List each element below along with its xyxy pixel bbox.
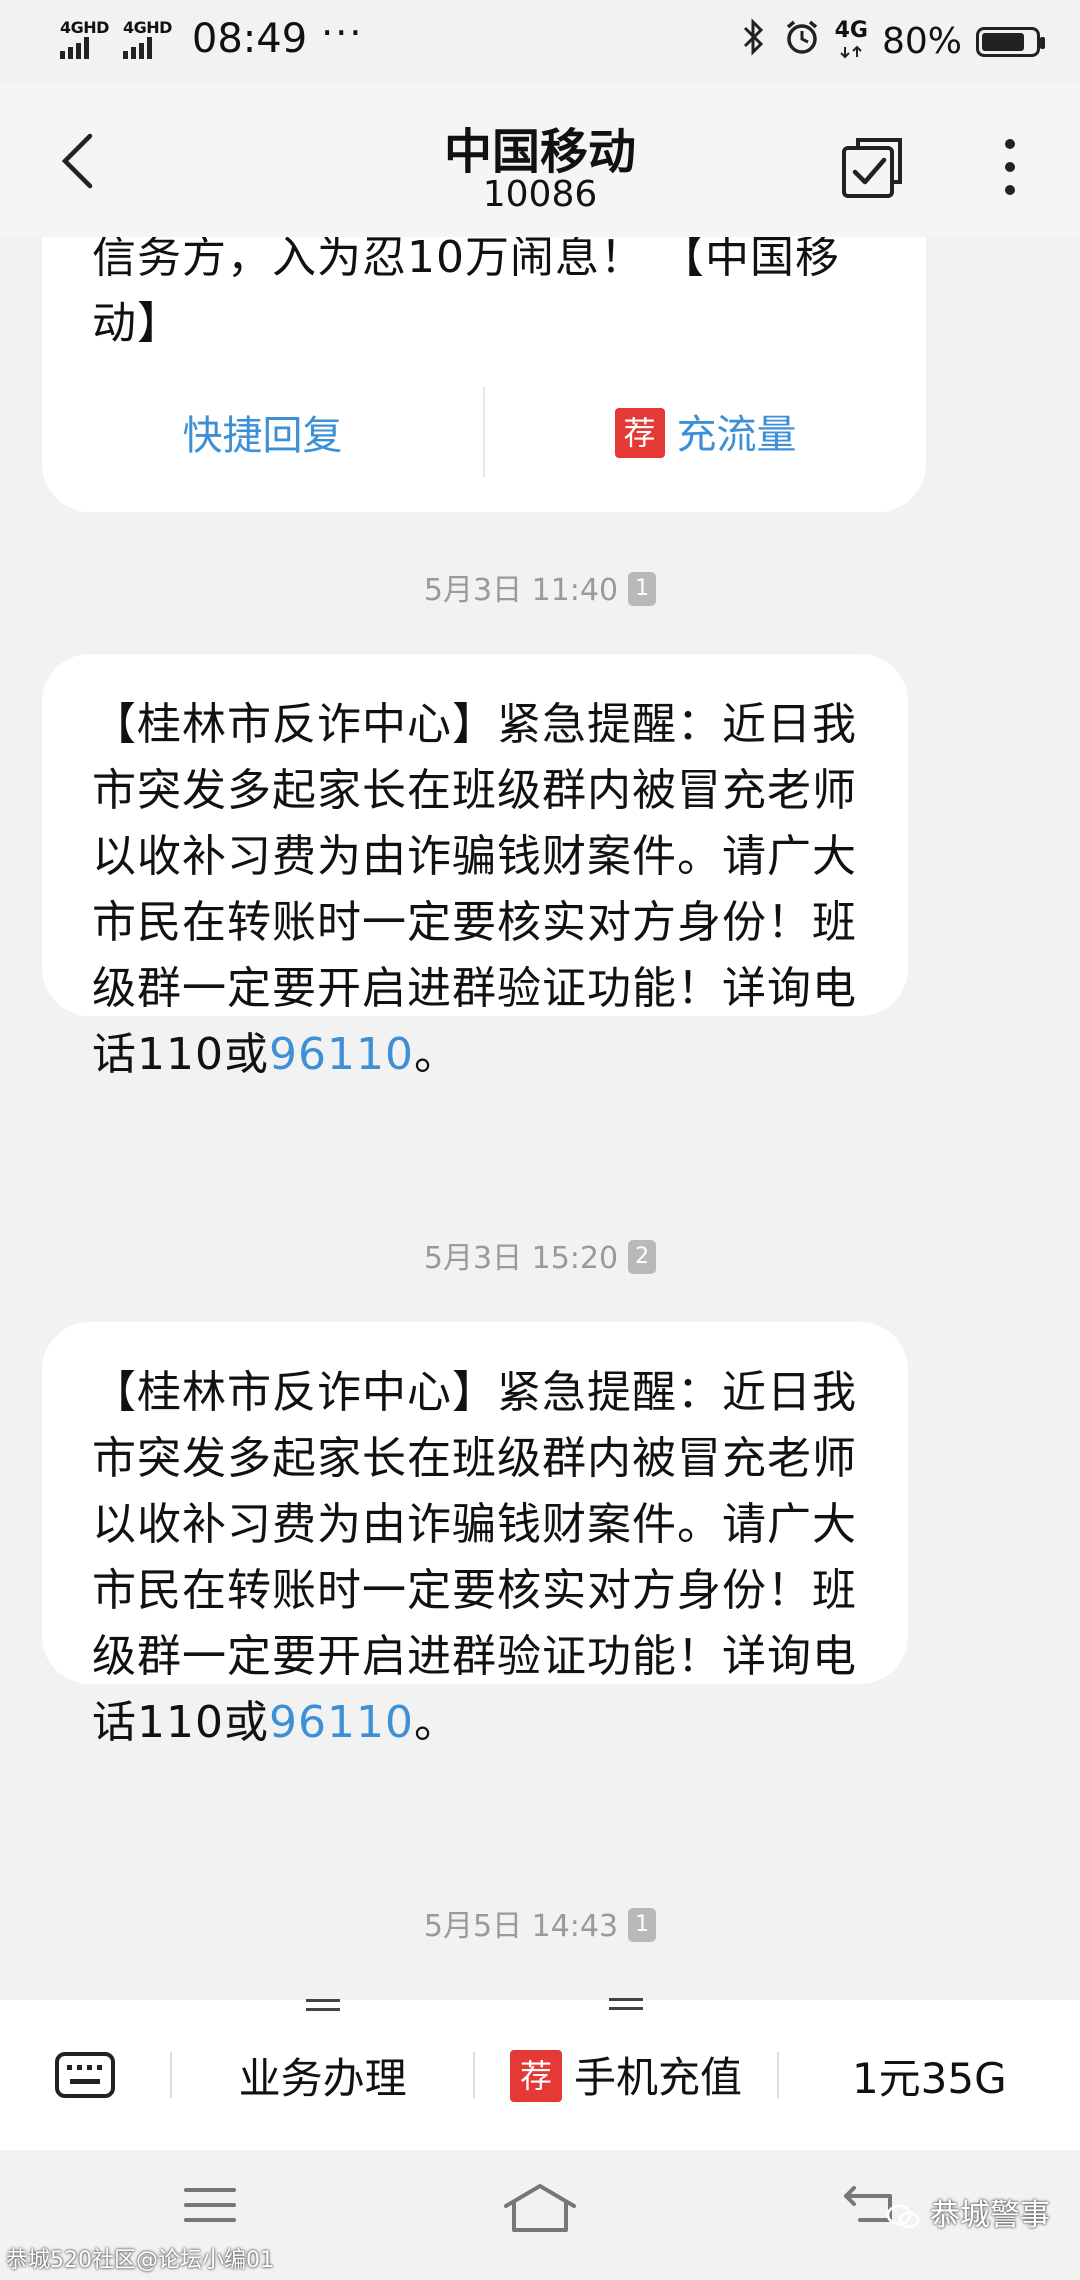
watermark-right: 恭城警事: [886, 2190, 1050, 2234]
message-bubble[interactable]: 【桂林市反诈中心】紧急提醒：近日我市突发多起家长在班级群内被冒充老师以收补习费为…: [42, 654, 908, 1080]
recent-apps-button[interactable]: [180, 2180, 240, 2234]
status-right: 4G 80%: [725, 17, 1045, 65]
conversation-list[interactable]: 信务方，入为忍10万闹息！ 【中国移 动】 快捷回复 荐充流量 5月3日 11:…: [0, 237, 1080, 2000]
home-icon: [504, 2184, 576, 2232]
sim1-tag: 4GHD: [60, 18, 109, 37]
timestamp-text: 5月5日 14:43: [423, 1909, 619, 1944]
keyboard-icon: [55, 2052, 115, 2098]
status-bar: 4GHD 4GHD 08:49 ··· 4G 80%: [0, 0, 1080, 82]
timestamp: 5月3日 15:20 2: [0, 1233, 1080, 1277]
submenu-indicator-icon: [305, 1998, 340, 2017]
network-tag: 4G: [834, 17, 868, 43]
bluetooth-icon: [739, 18, 769, 65]
multi-select-button[interactable]: [838, 132, 908, 202]
message-bubble[interactable]: 【桂林市反诈中心】紧急提醒：近日我市突发多起家长在班级群内被冒充老师以收补习费为…: [42, 1322, 908, 1748]
battery-fill: [982, 32, 1024, 51]
navigation-bar: 恭城警事 恭城520社区@论坛小编01: [0, 2150, 1080, 2280]
status-left: 4GHD 4GHD 08:49 ···: [60, 11, 363, 62]
quick-reply-label: 快捷回复: [182, 413, 343, 459]
recommend-badge: 荐: [509, 2050, 562, 2103]
message-text: 【桂林市反诈中心】紧急提醒：近日我市突发多起家长在班级群内被冒充老师以收补习费为…: [92, 1367, 857, 1748]
recharge-data-button[interactable]: 荐充流量: [485, 402, 926, 462]
checkbox-select-icon: [842, 138, 902, 198]
recharge-data-label: 充流量: [676, 412, 797, 458]
home-button[interactable]: [500, 2180, 580, 2240]
message-bubble[interactable]: 信务方，入为忍10万闹息！ 【中国移 动】 快捷回复 荐充流量: [42, 237, 926, 512]
message-text: 信务方，入为忍10万闹息！ 【中国移: [92, 237, 840, 283]
conversation-header: 中国移动 10086: [0, 82, 1080, 237]
clock: 08:49: [191, 16, 308, 62]
menu-data-package[interactable]: 1元35G: [779, 2045, 1080, 2106]
contact-name: 中国移动: [443, 124, 636, 180]
phone-link[interactable]: 96110: [269, 1697, 414, 1748]
more-options-button[interactable]: [990, 132, 1030, 202]
timestamp-text: 5月3日 11:40: [423, 573, 619, 608]
menu-data-package-label: 1元35G: [851, 2053, 1007, 2103]
message-text-tail: 。: [413, 1697, 459, 1748]
signal-bars-icon: [60, 37, 92, 59]
service-menu: 业务办理 荐手机充值 1元35G: [0, 1997, 1080, 2150]
message-text: 动】: [92, 298, 182, 349]
signal-bars-icon: [122, 37, 155, 59]
message-text-tail: 。: [413, 1029, 459, 1080]
timestamp: 5月3日 11:40 1: [0, 565, 1080, 609]
submenu-indicator-icon: [608, 1997, 643, 2016]
menu-business-label: 业务办理: [238, 2053, 407, 2103]
contact-number: 10086: [482, 174, 598, 215]
more-notifications-icon: ···: [321, 11, 364, 55]
battery-percent: 80%: [881, 21, 962, 62]
menu-lines-icon: [184, 2188, 236, 2222]
menu-recharge[interactable]: 荐手机充值: [475, 1997, 776, 2107]
alarm-icon: [783, 18, 821, 65]
phone-link[interactable]: 96110: [269, 1029, 414, 1080]
watermark-right-text: 恭城警事: [930, 2198, 1050, 2233]
menu-recharge-label: 手机充值: [573, 2052, 742, 2102]
sim2-tag: 4GHD: [122, 18, 172, 37]
quick-reply-button[interactable]: 快捷回复: [42, 403, 483, 461]
sim2-signal: 4GHD: [122, 18, 172, 59]
network-type-icon: 4G: [834, 17, 868, 64]
timestamp: 5月5日 14:43 1: [0, 1901, 1080, 1945]
wechat-icon: [887, 2204, 920, 2228]
sim-card-icon: 1: [628, 1907, 657, 1942]
timestamp-text: 5月3日 15:20: [423, 1241, 619, 1276]
recommend-badge: 荐: [614, 408, 665, 458]
sim-card-icon: 1: [628, 571, 657, 606]
watermark-left: 恭城520社区@论坛小编01: [6, 2248, 274, 2273]
more-vertical-icon: [1005, 139, 1015, 195]
message-text: 【桂林市反诈中心】紧急提醒：近日我市突发多起家长在班级群内被冒充老师以收补习费为…: [92, 699, 857, 1080]
keyboard-button[interactable]: [0, 2051, 170, 2099]
sim-card-icon: 2: [628, 1239, 657, 1274]
message-actions: 快捷回复 荐充流量: [42, 352, 926, 512]
battery-icon: [976, 26, 1045, 57]
sim1-signal: 4GHD: [60, 19, 109, 59]
menu-business[interactable]: 业务办理: [172, 1998, 473, 2106]
